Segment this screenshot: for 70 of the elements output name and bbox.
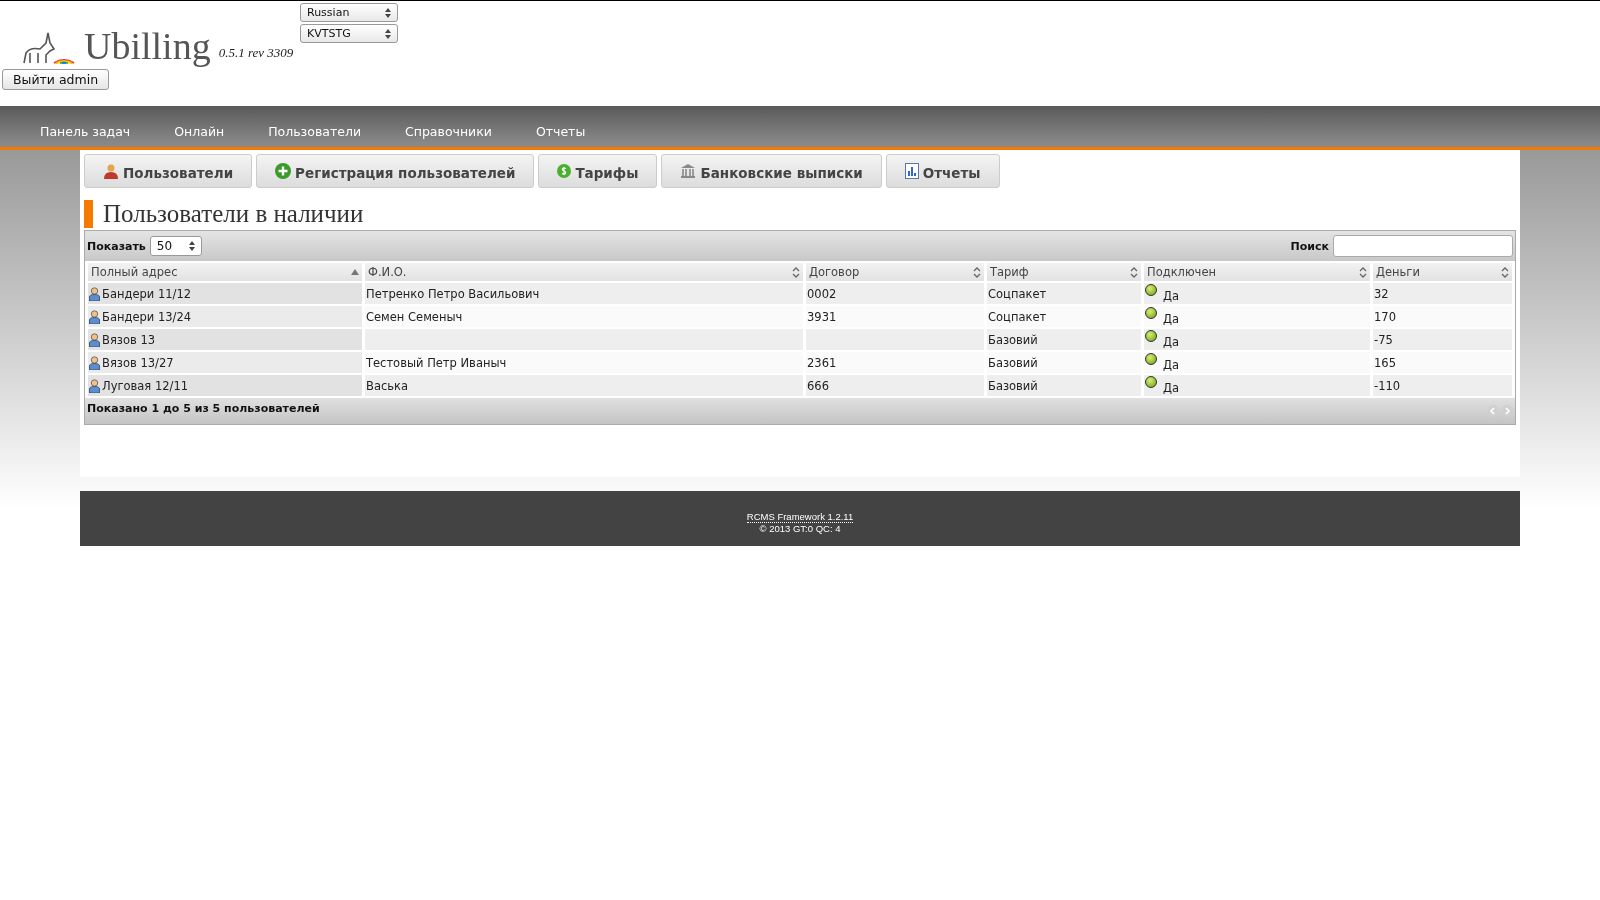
nav-link[interactable]: Отчеты: [535, 124, 586, 139]
logout-button[interactable]: Выйти admin: [2, 69, 110, 90]
column-header[interactable]: Тариф: [987, 263, 1141, 281]
table-cell: Соцпакет: [988, 309, 1047, 324]
column-header[interactable]: Полный адрес: [88, 263, 362, 281]
table-cell: -75: [1374, 332, 1393, 347]
tab-button[interactable]: Тарифы: [538, 154, 658, 188]
version-text: 0.5.1 rev 3309: [218, 45, 294, 61]
report-icon: [904, 163, 919, 179]
table-cell: -110: [1374, 378, 1401, 393]
search-label: Поиск: [1290, 239, 1329, 253]
table-cell: 0002: [807, 286, 837, 301]
column-header[interactable]: Подключен: [1144, 263, 1370, 281]
address-link[interactable]: Вязов 13: [102, 332, 156, 347]
table-cell: Да: [1163, 335, 1180, 349]
spinner-arrows-icon: [188, 241, 195, 251]
tab-button[interactable]: Отчеты: [885, 154, 1000, 188]
table-cell: 170: [1374, 309, 1396, 324]
table-cell: Да: [1163, 381, 1180, 395]
table-cell: Базовий: [988, 332, 1038, 347]
table-cell: Да: [1163, 289, 1180, 303]
table-cell: Да: [1163, 312, 1180, 326]
nav-link[interactable]: Панель задач: [40, 124, 131, 139]
table-cell: Базовий: [988, 378, 1038, 393]
tab-button[interactable]: Банковские выписки: [661, 154, 882, 188]
page-size-select[interactable]: 50: [149, 236, 202, 256]
table-cell: 3931: [807, 309, 837, 324]
user-icon: [89, 355, 100, 370]
page-title: Пользователи в наличии: [103, 200, 364, 228]
table-cell: Семен Семеныч: [366, 309, 463, 324]
footer-link[interactable]: RCMS Framework 1.2.11: [746, 511, 854, 523]
nav-link[interactable]: Справочники: [405, 124, 492, 139]
table-info: Показано 1 до 5 из 5 пользователей: [87, 401, 320, 415]
user-icon: [89, 378, 100, 393]
title-accent-bar: [84, 200, 93, 228]
spinner-arrows-icon: [385, 7, 391, 18]
table-cell: 165: [1374, 355, 1396, 370]
bank-icon: [680, 163, 697, 179]
table-cell: Васька: [366, 378, 409, 393]
copyright-text: © 2013 GT:0 QC: 4: [759, 523, 841, 534]
skin-select[interactable]: KVTSTG: [300, 24, 398, 43]
nav-link[interactable]: Онлайн: [174, 124, 225, 139]
table-cell: Тестовый Петр Иваныч: [366, 355, 507, 370]
search-field[interactable]: [1333, 235, 1513, 257]
plus-icon: [275, 163, 292, 179]
spinner-arrows-icon: [385, 28, 391, 39]
table-cell: 32: [1374, 286, 1389, 301]
coin-icon: [557, 164, 572, 178]
address-link[interactable]: Вязов 13/27: [102, 355, 174, 370]
user-icon: [103, 163, 119, 179]
column-header[interactable]: Деньги: [1373, 263, 1512, 281]
column-header[interactable]: Ф.И.О.: [365, 263, 803, 281]
user-icon: [89, 332, 100, 347]
table-cell: Соцпакет: [988, 286, 1047, 301]
table-cell: 2361: [807, 355, 837, 370]
nav-link[interactable]: Пользователи: [268, 124, 362, 139]
show-label: Показать: [87, 239, 146, 253]
table-cell: Базовий: [988, 355, 1038, 370]
next-page-icon[interactable]: [1501, 405, 1513, 417]
language-select[interactable]: Russian: [300, 3, 398, 22]
tab-button[interactable]: Регистрация пользователей: [256, 154, 535, 188]
table-cell: 666: [807, 378, 829, 393]
user-icon: [89, 309, 100, 324]
tab-button[interactable]: Пользователи: [84, 154, 253, 188]
previous-page-icon[interactable]: [1487, 405, 1499, 417]
user-icon: [89, 286, 100, 301]
logo-text: Ubilling: [84, 27, 211, 65]
table-cell: Да: [1163, 358, 1180, 372]
column-header[interactable]: Договор: [806, 263, 984, 281]
table-cell: Петренко Петро Васильович: [366, 286, 540, 301]
